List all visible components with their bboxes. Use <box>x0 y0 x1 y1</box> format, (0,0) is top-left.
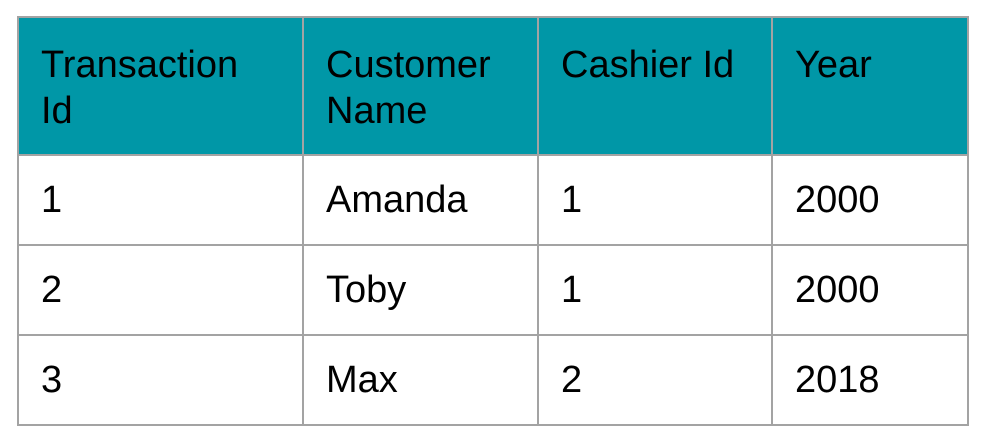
cell-customer-name: Toby <box>302 244 539 336</box>
transactions-table: Transaction Id Customer Name Cashier Id … <box>17 16 969 426</box>
cell-transaction-id: 3 <box>17 334 304 426</box>
header-customer-name: Customer Name <box>302 16 539 156</box>
header-cashier-id: Cashier Id <box>537 16 773 156</box>
cell-transaction-id: 2 <box>17 244 304 336</box>
transactions-table-container: Transaction Id Customer Name Cashier Id … <box>17 16 969 426</box>
header-year: Year <box>771 16 969 156</box>
cell-cashier-id: 1 <box>537 154 773 246</box>
cell-year: 2018 <box>771 334 969 426</box>
table-row: 1 Amanda 1 2000 <box>17 154 969 246</box>
table-body: 1 Amanda 1 2000 2 Toby 1 2000 3 Max 2 20… <box>17 154 969 426</box>
table-row: 3 Max 2 2018 <box>17 334 969 426</box>
cell-cashier-id: 1 <box>537 244 773 336</box>
cell-year: 2000 <box>771 154 969 246</box>
table-row: 2 Toby 1 2000 <box>17 244 969 336</box>
cell-cashier-id: 2 <box>537 334 773 426</box>
cell-customer-name: Amanda <box>302 154 539 246</box>
header-row: Transaction Id Customer Name Cashier Id … <box>17 16 969 156</box>
cell-year: 2000 <box>771 244 969 336</box>
header-transaction-id: Transaction Id <box>17 16 304 156</box>
table-header: Transaction Id Customer Name Cashier Id … <box>17 16 969 156</box>
cell-customer-name: Max <box>302 334 539 426</box>
cell-transaction-id: 1 <box>17 154 304 246</box>
